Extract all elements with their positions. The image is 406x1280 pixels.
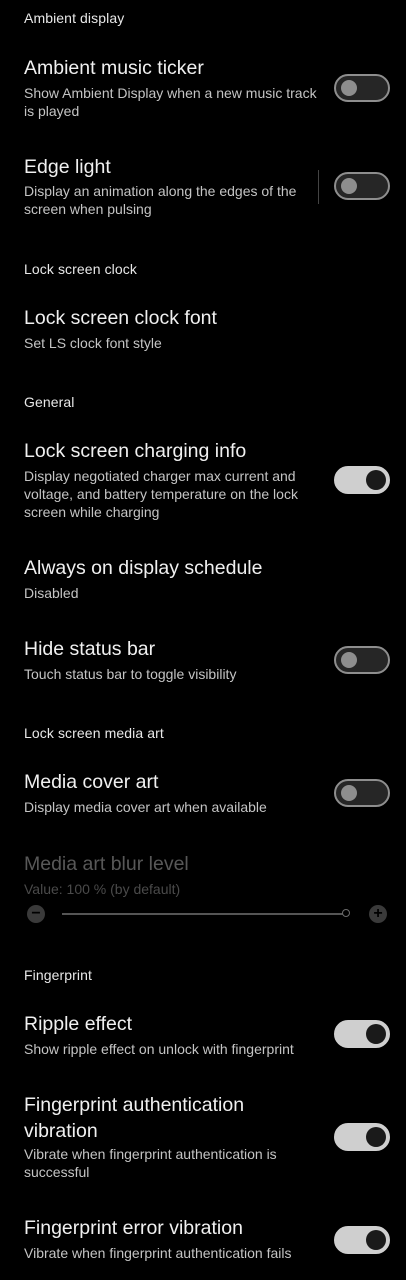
switch-knob (341, 178, 357, 194)
pref-summary: Show Ambient Display when a new music tr… (24, 85, 317, 119)
blur-slider-track (62, 913, 346, 915)
pref-media-cover-art[interactable]: Media cover art Display media cover art … (0, 760, 406, 824)
pref-summary: Touch status bar to toggle visibility (24, 666, 237, 682)
pref-lock-screen-clock-font[interactable]: Lock screen clock font Set LS clock font… (0, 296, 406, 360)
pref-always-on-display-schedule[interactable]: Always on display schedule Disabled (0, 546, 406, 610)
pref-media-art-blur-level: Media art blur level Value: 100 % (by de… (0, 842, 406, 932)
ambient-music-ticker-switch[interactable] (334, 74, 390, 102)
pref-lock-screen-charging-info[interactable]: Lock screen charging info Display negoti… (0, 428, 406, 528)
pref-title: Ambient music ticker (24, 57, 204, 79)
pref-summary: Display negotiated charger max current a… (24, 468, 298, 520)
ripple-effect-switch[interactable] (334, 1020, 390, 1048)
settings-screen: Ambient display Ambient music ticker Sho… (0, 0, 406, 1280)
switch-knob (366, 470, 386, 490)
fingerprint-error-vibration-switch[interactable] (334, 1226, 390, 1254)
section-header-fingerprint: Fingerprint (24, 967, 93, 983)
section-header-ambient-display: Ambient display (24, 10, 125, 26)
section-header-lock-screen-clock: Lock screen clock (24, 261, 137, 277)
pref-fingerprint-authentication-vibration[interactable]: Fingerprint authentication vibration Vib… (0, 1083, 406, 1191)
switch-knob (341, 785, 357, 801)
pref-fingerprint-error-vibration[interactable]: Fingerprint error vibration Vibrate when… (0, 1207, 406, 1271)
switch-knob (366, 1127, 386, 1147)
pref-ambient-music-ticker[interactable]: Ambient music ticker Show Ambient Displa… (0, 46, 406, 130)
switch-knob (341, 652, 357, 668)
pref-summary: Vibrate when fingerprint authentication … (24, 1245, 292, 1261)
pref-title: Ripple effect (24, 1013, 133, 1035)
pref-title: Lock screen charging info (24, 440, 247, 462)
switch-knob (366, 1230, 386, 1250)
pref-summary: Value: 100 % (by default) (24, 881, 181, 897)
section-header-general: General (24, 394, 75, 410)
pref-summary: Display an animation along the edges of … (24, 183, 297, 217)
pref-title: Hide status bar (24, 638, 156, 660)
minus-circle-icon: − (27, 905, 45, 923)
pref-title: Lock screen clock font (24, 307, 217, 329)
pref-ripple-effect[interactable]: Ripple effect Show ripple effect on unlo… (0, 1002, 406, 1066)
edge-light-switch[interactable] (334, 172, 390, 200)
media-cover-art-switch[interactable] (334, 779, 390, 807)
pref-title: Fingerprint error vibration (24, 1217, 243, 1239)
pref-summary: Show ripple effect on unlock with finger… (24, 1041, 294, 1057)
plus-circle-icon: + (369, 905, 387, 923)
blur-slider-thumb (341, 909, 350, 917)
pref-edge-light[interactable]: Edge light Display an animation along th… (0, 146, 406, 230)
pref-summary: Disabled (24, 585, 79, 601)
switch-knob (366, 1024, 386, 1044)
pref-summary: Vibrate when fingerprint authentication … (24, 1146, 277, 1180)
hide-status-bar-switch[interactable] (334, 646, 390, 674)
pref-title: Fingerprint authentication vibration (24, 1094, 245, 1142)
pref-title: Always on display schedule (24, 557, 263, 579)
pref-summary: Set LS clock font style (24, 335, 162, 351)
pref-title: Edge light (24, 156, 111, 178)
switch-divider (318, 170, 319, 204)
pref-hide-status-bar[interactable]: Hide status bar Touch status bar to togg… (0, 628, 406, 692)
switch-knob (341, 80, 357, 96)
lock-screen-charging-info-switch[interactable] (334, 466, 390, 494)
pref-summary: Display media cover art when available (24, 799, 267, 815)
fingerprint-authentication-vibration-switch[interactable] (334, 1123, 390, 1151)
pref-title: Media art blur level (24, 853, 189, 875)
section-header-lock-screen-media-art: Lock screen media art (24, 725, 164, 741)
pref-title: Media cover art (24, 771, 159, 793)
